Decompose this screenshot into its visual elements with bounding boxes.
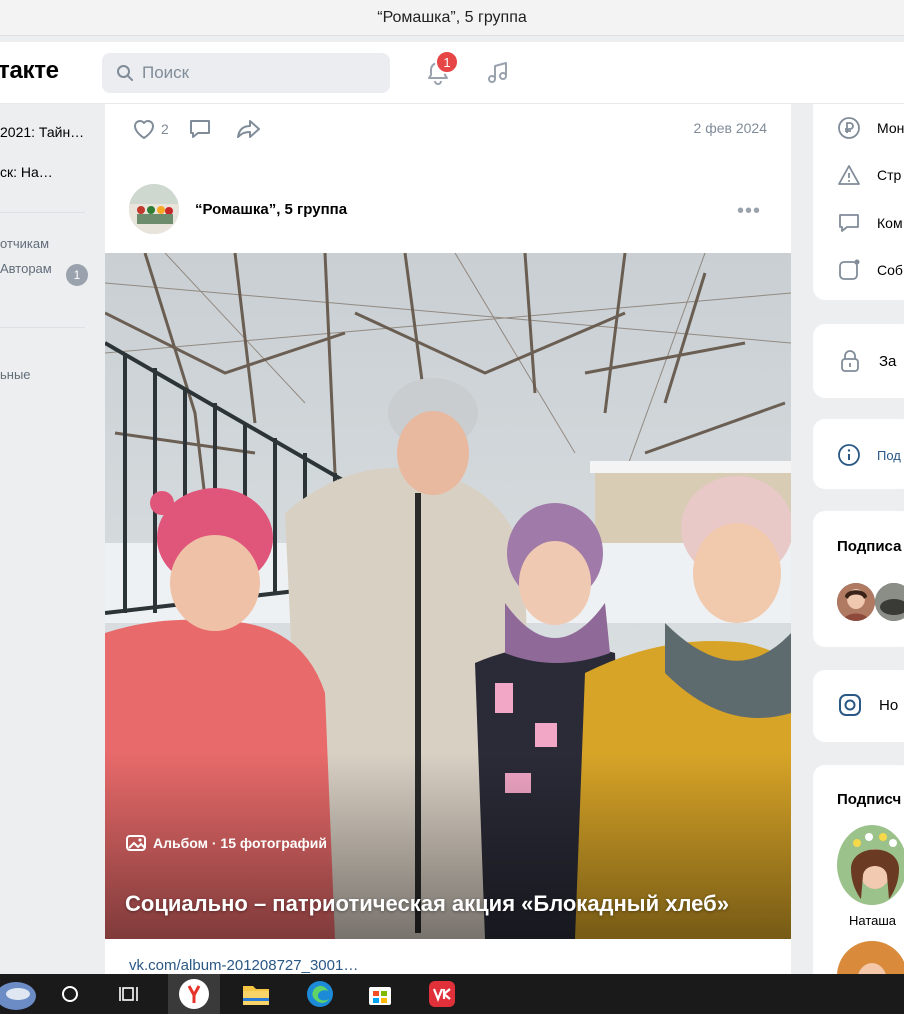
subscribers-card: Подписч Наташа <box>813 765 904 1005</box>
menu-label: Мон <box>877 120 904 136</box>
instagram-card[interactable]: Но <box>813 670 904 742</box>
comment-icon <box>839 214 859 232</box>
weather-icon[interactable] <box>0 974 40 1014</box>
like-count: 2 <box>161 121 169 137</box>
heart-icon <box>134 120 154 139</box>
search-box[interactable] <box>102 53 390 93</box>
sidebar-link-3[interactable]: ьные <box>0 367 31 382</box>
subscription-avatar[interactable] <box>837 583 875 621</box>
menu-label: Ком <box>877 215 903 231</box>
menu-item-pages[interactable]: Стр <box>837 163 901 187</box>
sidebar-divider <box>0 327 85 328</box>
menu-item-monetization[interactable]: Мон <box>837 116 904 140</box>
windows-taskbar <box>0 974 904 1014</box>
vk-app-icon[interactable] <box>422 974 462 1014</box>
event-icon <box>839 259 860 280</box>
instagram-row[interactable]: Но <box>837 692 898 718</box>
lock-row[interactable]: За <box>837 348 896 374</box>
search-input[interactable] <box>142 63 362 83</box>
subscriber-name[interactable]: Наташа <box>849 913 896 928</box>
post-date[interactable]: 2 фев 2024 <box>694 120 767 136</box>
album-link[interactable]: vk.com/album-201208727_3001… <box>129 957 358 974</box>
search-icon <box>117 65 133 81</box>
info-icon <box>838 444 860 466</box>
info-row[interactable]: Под <box>837 443 901 467</box>
right-sidebar: Мон Стр Ком Соб За Под Подписа Но Подпис… <box>813 104 904 1005</box>
window-title-bar: “Ромашка”, 5 группа <box>0 0 904 36</box>
subscription-avatar[interactable] <box>875 583 904 621</box>
menu-item-comments[interactable]: Ком <box>837 211 903 235</box>
album-meta: Альбом · 15 фотографий <box>125 833 327 853</box>
share-button[interactable] <box>235 117 267 141</box>
album-meta-text: Альбом · 15 фотографий <box>153 835 328 851</box>
menu-item-events[interactable]: Соб <box>837 258 903 282</box>
sidebar-item-1[interactable]: 2021: Тайн… <box>0 124 84 140</box>
album-title[interactable]: Социально – патриотическая акция «Блокад… <box>125 889 745 919</box>
like-button[interactable]: 2 <box>131 117 169 141</box>
lock-label: За <box>879 352 897 370</box>
subscribers-title[interactable]: Подписч <box>837 791 901 808</box>
comment-icon <box>189 120 210 138</box>
store-icon[interactable] <box>360 974 400 1014</box>
info-card[interactable]: Под <box>813 419 904 489</box>
instagram-icon <box>839 694 861 716</box>
subscriptions-title[interactable]: Подписа <box>837 538 901 555</box>
lock-icon <box>841 350 859 372</box>
sidebar-item-2[interactable]: ск: На… <box>0 164 53 180</box>
community-menu-card: Мон Стр Ком Соб <box>813 104 904 300</box>
window-title: “Ромашка”, 5 группа <box>377 8 527 26</box>
info-label: Под <box>877 447 901 463</box>
cortana-icon[interactable] <box>50 974 90 1014</box>
edge-icon[interactable] <box>300 974 340 1014</box>
file-explorer-icon[interactable] <box>236 974 276 1014</box>
menu-label: Стр <box>877 167 902 183</box>
instagram-label: Но <box>879 696 899 714</box>
post-actions: 2 <box>131 116 285 142</box>
album-icon <box>126 835 146 851</box>
comment-button[interactable] <box>187 117 217 141</box>
menu-label: Соб <box>877 262 903 278</box>
sidebar-link-2[interactable]: Авторам <box>0 261 52 276</box>
notification-badge: 1 <box>435 50 459 74</box>
vk-logo[interactable]: такте <box>0 57 59 85</box>
sidebar-divider <box>0 212 85 213</box>
lock-card[interactable]: За <box>813 324 904 398</box>
left-sidebar: 2021: Тайн… ск: На… 1 отчикам Авторам ьн… <box>0 104 100 974</box>
more-options-icon[interactable]: ••• <box>737 200 761 223</box>
subscriber-avatar[interactable] <box>837 825 904 905</box>
ruble-icon <box>838 117 860 139</box>
group-avatar[interactable] <box>129 184 179 234</box>
task-view-icon[interactable] <box>110 974 150 1014</box>
sidebar-item-counter: 1 <box>66 264 88 286</box>
share-icon <box>236 120 260 138</box>
warning-icon <box>838 165 860 185</box>
music-icon[interactable] <box>484 59 512 87</box>
sidebar-link-1[interactable]: отчикам <box>0 236 49 251</box>
post-header: “Ромашка”, 5 группа <box>129 184 347 234</box>
subscriptions-card: Подписа <box>813 511 904 647</box>
group-name[interactable]: “Ромашка”, 5 группа <box>195 201 347 218</box>
album-cover-photo[interactable]: Альбом · 15 фотографий Социально – патри… <box>105 253 791 939</box>
yandex-browser-icon[interactable] <box>168 974 220 1014</box>
post-card: 2 2 фев 2024 “Ромашка”, 5 группа ••• Аль… <box>105 104 791 974</box>
